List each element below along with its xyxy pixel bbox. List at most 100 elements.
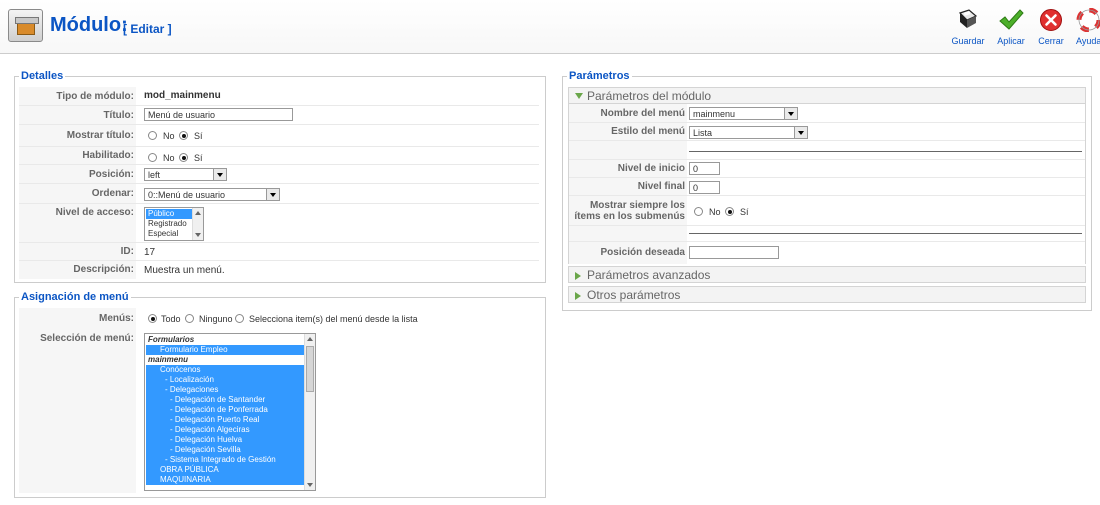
menu-item[interactable]: - Delegación Algeciras [146,425,304,435]
module-icon [8,9,43,42]
save-icon [955,8,981,32]
menu-item[interactable]: - Delegación de Santander [146,395,304,405]
menus-selecciona-radio[interactable] [235,314,244,323]
nivel-option-registrado[interactable]: Registrado [146,219,192,229]
triangle-right-icon [575,272,581,280]
titulo-input[interactable] [144,108,293,121]
chevron-down-icon [784,108,797,119]
parametros-fieldset: Parámetros Parámetros del módulo Nombre … [562,70,1092,311]
triangle-down-icon [575,93,583,99]
scroll-thumb[interactable] [306,346,314,392]
estilo-menu-label: Estilo del menú [569,123,687,140]
panel-parametros-avanzados-toggle[interactable]: Parámetros avanzados [568,266,1086,283]
mostrar-submenus-no-radio[interactable] [694,207,703,216]
checkmark-icon [998,8,1024,32]
row-nivel-acceso: Nivel de acceso: Público Registrado Espe… [19,204,539,243]
row-titulo: Título: [19,106,539,125]
nivel-inicio-label: Nivel de inicio [569,160,687,177]
mostrar-titulo-no-label: No [163,131,175,141]
menu-item[interactable]: - Delegación de Ponferrada [146,405,304,415]
panel-parametros-modulo-toggle[interactable]: Parámetros del módulo [568,87,1086,104]
row-estilo-menu: Estilo del menú Lista [569,123,1085,141]
menu-item[interactable]: Formulario Empleo [146,345,304,355]
panel-otros-parametros-title: Otros parámetros [587,288,681,302]
close-icon [1038,8,1064,32]
id-label: ID: [19,243,136,260]
estilo-menu-value: Lista [693,128,713,138]
row-tipo: Tipo de módulo: mod_mainmenu [19,87,539,106]
menu-item[interactable]: - Localización [146,375,304,385]
page-title: Módulo: [50,14,128,36]
nivel-acceso-scrollbar[interactable] [192,208,203,240]
row-seleccion-menu: Selección de menú: Formularios Formulari… [19,329,539,493]
scroll-down-icon[interactable] [195,233,201,237]
help-button[interactable]: Ayuda [1068,8,1100,50]
mostrar-titulo-si-radio[interactable] [179,131,188,140]
menus-ninguno-radio[interactable] [185,314,194,323]
menu-item[interactable]: - Delegación Sevilla [146,445,304,455]
habilitado-si-radio[interactable] [179,153,188,162]
separator-line [689,151,1082,152]
scroll-down-icon[interactable] [307,483,313,487]
row-posicion-deseada: Posición deseada [569,242,1085,264]
ordenar-select[interactable]: 0::Menú de usuario [144,188,280,201]
habilitado-no-radio[interactable] [148,153,157,162]
posicion-select[interactable]: left [144,168,227,181]
menus-label: Menús: [19,308,136,329]
mostrar-titulo-no-radio[interactable] [148,131,157,140]
menus-todo-radio[interactable] [148,314,157,323]
mostrar-titulo-si-label: Sí [194,131,203,141]
row-mostrar-submenus: Mostrar siempre los ítems en los submenú… [569,196,1085,226]
seleccion-menu-label: Selección de menú: [19,329,136,493]
panel-parametros-avanzados-title: Parámetros avanzados [587,268,711,282]
mostrar-submenus-si-label: Sí [740,207,749,217]
menu-item[interactable]: - Delegación Puerto Real [146,415,304,425]
row-id: ID: 17 [19,243,539,261]
descripcion-label: Descripción: [19,261,136,279]
nivel-inicio-input[interactable] [689,162,720,175]
row-separator-2 [569,226,1085,242]
nombre-menu-label: Nombre del menú [569,104,687,122]
scroll-up-icon[interactable] [307,337,313,341]
menu-item[interactable]: - Delegaciones [146,385,304,395]
posicion-deseada-input[interactable] [689,246,779,259]
nivel-acceso-listbox[interactable]: Público Registrado Especial [144,207,204,241]
menu-item[interactable]: - Delegación Huelva [146,435,304,445]
menus-selecciona-label: Selecciona item(s) del menú desde la lis… [249,314,418,324]
menu-item[interactable]: - Sistema Integrado de Gestión [146,455,304,465]
menu-item[interactable]: MAQUINARIA [146,475,304,485]
row-mostrar-titulo: Mostrar título: No Sí [19,125,539,147]
habilitado-no-label: No [163,153,175,163]
nivel-option-especial[interactable]: Especial [146,229,192,239]
nivel-final-input[interactable] [689,181,720,194]
row-nivel-inicio: Nivel de inicio [569,160,1085,178]
menu-item[interactable]: OBRA PÚBLICA [146,465,304,475]
ordenar-label: Ordenar: [19,184,136,203]
menu-group-formularios: Formularios [148,335,195,344]
parametros-legend: Parámetros [567,70,632,82]
seleccion-menu-scrollbar[interactable] [304,334,315,490]
scroll-up-icon[interactable] [195,211,201,215]
mostrar-submenus-label: Mostrar siempre los ítems en los submenú… [569,196,687,225]
panel-parametros-modulo-title: Parámetros del módulo [587,89,712,103]
menus-todo-label: Todo [161,314,181,324]
menu-item[interactable]: Conócenos [146,365,304,375]
mostrar-submenus-no-label: No [709,207,721,217]
chevron-down-icon [213,169,226,180]
nivel-option-publico[interactable]: Público [146,209,192,219]
estilo-menu-select[interactable]: Lista [689,126,808,139]
row-nivel-final: Nivel final [569,178,1085,196]
seleccion-menu-listbox[interactable]: Formularios Formulario Empleo mainmenu C… [144,333,316,491]
row-descripcion: Descripción: Muestra un menú. [19,261,539,279]
save-button[interactable]: Guardar [944,8,992,50]
nivel-final-label: Nivel final [569,178,687,195]
nombre-menu-select[interactable]: mainmenu [689,107,798,120]
row-posicion: Posición: left [19,165,539,184]
habilitado-si-label: Sí [194,153,203,163]
mostrar-submenus-si-radio[interactable] [725,207,734,216]
menu-group-mainmenu: mainmenu [148,355,189,364]
nombre-menu-value: mainmenu [693,109,736,119]
panel-otros-parametros-toggle[interactable]: Otros parámetros [568,286,1086,303]
detalles-fieldset: Detalles Tipo de módulo: mod_mainmenu Tí… [14,70,546,283]
chevron-down-icon [266,189,279,200]
